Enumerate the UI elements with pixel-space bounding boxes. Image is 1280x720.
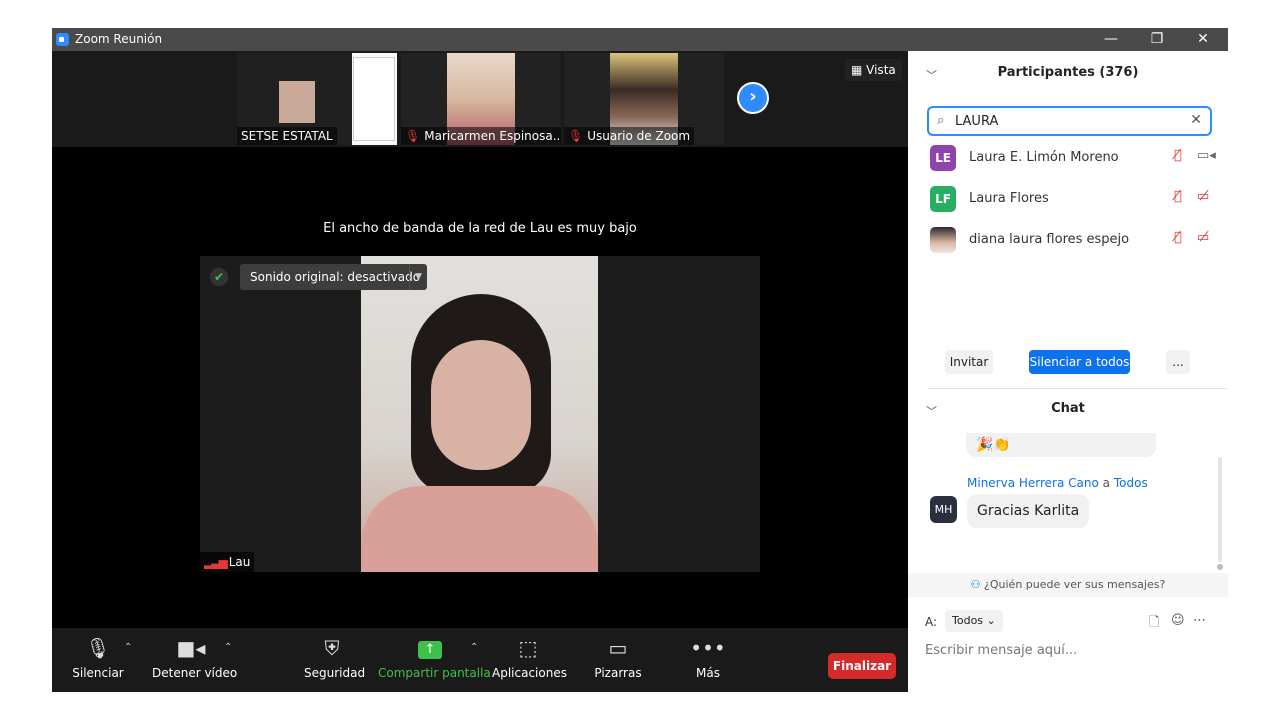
video-off-icon: ▭̸ [1197, 189, 1210, 204]
title-bar: Zoom Reunión — ❐ ✕ [52, 28, 1228, 51]
avatar: MH [930, 496, 957, 523]
invite-button[interactable]: Invitar [945, 350, 993, 374]
video-off-icon: ▭̸ [1197, 230, 1210, 245]
chat-message-bubble: Gracias Karlita [967, 494, 1090, 528]
meeting-area: SETSE ESTATAL 🎙 Maricarmen Espinosa... 🎙 U… [52, 51, 908, 628]
next-page-button[interactable]: › [737, 82, 769, 114]
participant-name: Laura E. Limón Moreno [969, 150, 1119, 165]
participant-name: diana laura flores espejo [969, 232, 1130, 247]
share-arrow-icon: ↑ [378, 628, 482, 668]
participant-thumb-3[interactable]: 🎙 Usuario de Zoom [564, 53, 724, 145]
grid-icon: ▦ [851, 63, 867, 77]
minimize-button[interactable]: — [1088, 28, 1134, 51]
end-meeting-button[interactable]: Finalizar [828, 653, 896, 679]
whiteboard-icon: ▭ [608, 636, 628, 660]
view-button[interactable]: ▦ Vista [845, 59, 902, 81]
message-sender: Minerva Herrera Cano a Todos [967, 476, 1148, 490]
more-dots-icon: ••• [690, 636, 726, 660]
participants-title: Participantes (376) [997, 65, 1139, 80]
chat-scrollbar[interactable] [1218, 457, 1222, 562]
share-options-caret-icon[interactable]: ⌃ [470, 642, 478, 653]
shield-icon: ✔ [210, 268, 228, 286]
zoom-app-icon [56, 33, 69, 46]
chat-messages: 🎉👏 Minerva Herrera Cano a Todos MH Graci… [908, 433, 1228, 573]
muted-mic-icon: 🎙̸ [1174, 148, 1182, 163]
participant-row[interactable]: LF Laura Flores 🎙̸ ▭̸ [930, 185, 1220, 215]
speaker-video [361, 256, 598, 572]
muted-mic-icon: 🎙̸ [1174, 230, 1182, 245]
emoji-icon[interactable]: ☺ [1171, 613, 1185, 628]
bandwidth-notice: El ancho de banda de la red de Lau es mu… [323, 221, 637, 236]
avatar: LF [930, 186, 956, 212]
zoom-window: Zoom Reunión — ❐ ✕ SETSE ESTATAL 🎙 Marica… [52, 28, 1228, 692]
chevron-down-icon: ⌄ [986, 614, 996, 627]
security-button[interactable]: ⛨ Seguridad [304, 628, 365, 692]
speaker-name-tag: ▂▃▅ Lau [200, 552, 255, 572]
side-panel: ﹀ Participantes (376) ⌕ ✕ LE Laura E. Li… [908, 51, 1228, 692]
video-camera-icon: ▭◂ [1197, 148, 1216, 163]
apps-button[interactable]: ⬚ Aplicaciones [492, 628, 567, 692]
chat-message-input[interactable] [925, 639, 1215, 661]
file-icon[interactable]: 🗋 [1149, 613, 1159, 635]
chevron-right-icon: › [749, 86, 757, 107]
participant-thumb-2[interactable]: 🎙 Maricarmen Espinosa... [401, 53, 561, 145]
muted-mic-icon: 🎙 [568, 129, 584, 143]
thumb-name-2: 🎙 Maricarmen Espinosa... [401, 127, 561, 145]
message-visibility-link[interactable]: ⚇ ¿Quién puede ver sus mensajes? [908, 573, 1228, 597]
mute-all-button[interactable]: Silenciar a todos [1029, 350, 1130, 374]
avatar: LE [930, 145, 956, 171]
chat-title: Chat [1051, 401, 1085, 416]
panel-divider [928, 388, 1228, 389]
video-camera-icon: ■◂ [176, 636, 206, 660]
participant-search-input[interactable] [955, 111, 1175, 131]
whiteboards-button[interactable]: ▭ Pizarras [593, 628, 643, 692]
microphone-icon: 🎙 [85, 636, 111, 660]
meeting-toolbar: 🎙 Silenciar ⌃ ■◂ Detener vídeo ⌃ ⛨ Segur… [52, 628, 908, 692]
participant-search[interactable]: ⌕ ✕ [927, 106, 1212, 136]
gallery-strip: SETSE ESTATAL 🎙 Maricarmen Espinosa... 🎙 U… [52, 51, 908, 147]
participant-name: Laura Flores [969, 191, 1049, 206]
scrollbar-thumb[interactable] [1217, 564, 1223, 570]
apps-icon: ⬚ [518, 636, 538, 660]
clear-search-icon[interactable]: ✕ [1190, 112, 1202, 128]
thumb-name-1: SETSE ESTATAL [237, 127, 337, 145]
chat-message-bubble: 🎉👏 [966, 433, 1156, 457]
mute-button[interactable]: 🎙 Silenciar ⌃ [72, 628, 132, 692]
search-icon: ⌕ [937, 113, 945, 128]
stop-video-button[interactable]: ■◂ Detener vídeo ⌃ [152, 628, 237, 692]
participant-row[interactable]: LE Laura E. Limón Moreno 🎙̸ ▭◂ [930, 144, 1220, 174]
window-title: Zoom Reunión [75, 32, 163, 46]
active-speaker-tile: ✔ Sonido original: desactivado ▼ ▂▃▅ Lau [200, 256, 760, 572]
close-window-button[interactable]: ✕ [1180, 28, 1226, 51]
muted-mic-icon: 🎙̸ [1174, 189, 1182, 204]
avatar [930, 227, 956, 253]
participant-row[interactable]: diana laura flores espejo 🎙̸ ▭̸ [930, 226, 1220, 256]
muted-mic-icon: 🎙 [405, 129, 421, 143]
participant-thumb-1[interactable]: SETSE ESTATAL [237, 53, 397, 145]
more-options-icon[interactable]: ⋯ [1193, 613, 1206, 628]
original-sound-label: Sonido original: desactivado [250, 270, 421, 284]
audio-options-caret-icon[interactable]: ⌃ [124, 642, 132, 653]
thumb-name-3: 🎙 Usuario de Zoom [564, 127, 695, 145]
recipient-dropdown[interactable]: Todos ⌄ [945, 610, 1003, 632]
shield-icon: ⛨ [324, 636, 340, 660]
participants-more-button[interactable]: ... [1166, 350, 1190, 374]
recipient-label: A: [925, 615, 938, 629]
more-button[interactable]: ••• Más [688, 628, 728, 692]
restore-button[interactable]: ❐ [1134, 28, 1180, 51]
person-icon: ⚇ [970, 578, 985, 591]
share-screen-button[interactable]: ↑ Compartir pantalla ⌃ [378, 628, 491, 692]
chevron-down-icon[interactable]: ▼ [409, 264, 427, 290]
original-sound-toggle[interactable]: Sonido original: desactivado ▼ [240, 264, 427, 290]
video-options-caret-icon[interactable]: ⌃ [224, 642, 232, 653]
signal-bars-icon: ▂▃▅ [204, 555, 228, 569]
